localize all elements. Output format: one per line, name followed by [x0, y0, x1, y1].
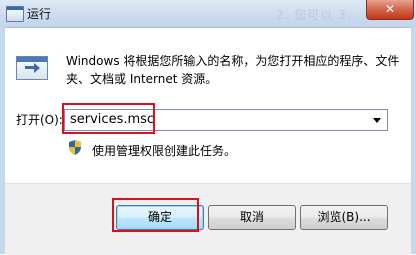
dialog-description: Windows 将根据您所输入的名称，为您打开相应的程序、文件夹、文档或 Int…: [66, 54, 400, 86]
dropdown-arrow-icon[interactable]: [373, 118, 381, 123]
window-title: 运行: [27, 7, 52, 21]
browse-button[interactable]: 浏览(B)...: [300, 205, 388, 230]
browse-button-label: 浏览(B)...: [317, 210, 371, 224]
run-window-icon: [6, 6, 24, 22]
title-bar[interactable]: 运行 2. 您可以 3. ✕: [0, 0, 416, 28]
admin-note: 使用管理权限创建此任务。: [92, 144, 237, 158]
input-highlight-box: [62, 103, 155, 134]
run-program-icon: [16, 56, 48, 80]
window-border-right: [411, 27, 416, 254]
cancel-button[interactable]: 取消: [208, 205, 296, 230]
open-label: 打开(O):: [16, 113, 63, 127]
background-window-text: 2. 您可以 3.: [276, 8, 352, 22]
ok-button-highlight: [112, 198, 199, 232]
close-button[interactable]: ✕: [366, 0, 414, 20]
uac-shield-icon: [69, 140, 81, 155]
cancel-button-label: 取消: [239, 210, 264, 224]
close-icon: ✕: [384, 2, 396, 16]
